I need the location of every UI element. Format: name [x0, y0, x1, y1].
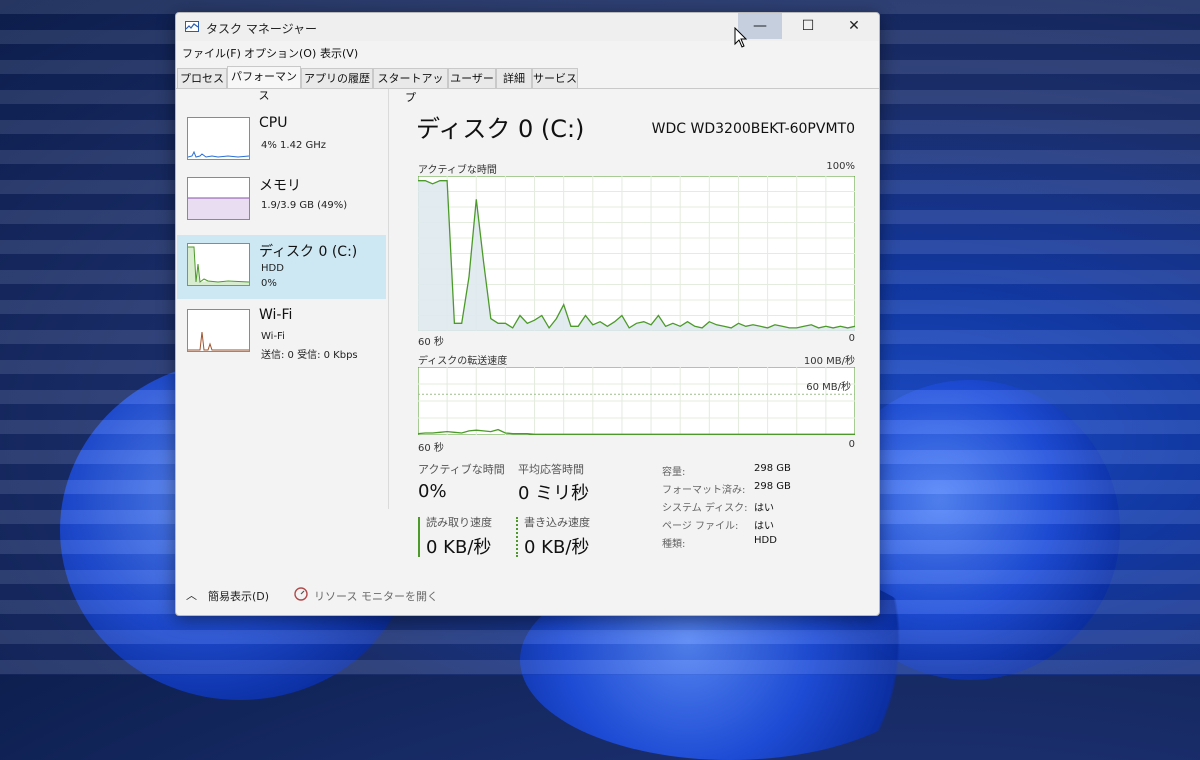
sidebar-item-wifi[interactable]: Wi-Fi Wi-Fi 送信: 0 受信: 0 Kbps [177, 301, 386, 365]
tab-strip: プロセス パフォーマンス アプリの履歴 スタートアップ ユーザー 詳細 サービス [176, 66, 879, 104]
transfer-rate-chart-x-left: 60 秒 [418, 443, 444, 454]
menu-bar: ファイル(F) オプション(O) 表示(V) [176, 43, 879, 63]
sidebar-item-detail: 1.9/3.9 GB (49%) [261, 200, 348, 211]
disk-type-label: 種類: [662, 539, 686, 550]
menu-view[interactable]: 表示(V) [320, 45, 358, 61]
tab-app-history[interactable]: アプリの履歴 [301, 68, 373, 88]
tab-details[interactable]: 詳細 [496, 68, 532, 88]
tab-users[interactable]: ユーザー [448, 68, 496, 88]
tab-processes[interactable]: プロセス [177, 68, 227, 88]
write-speed-label: 書き込み速度 [524, 516, 590, 529]
formatted-label: フォーマット済み: [662, 485, 746, 496]
sidebar-item-usage: 0% [261, 278, 277, 289]
transfer-rate-chart-max: 100 MB/秒 [803, 356, 855, 367]
cpu-thumbnail-graph [187, 117, 250, 160]
simple-view-link[interactable]: 簡易表示(D) [208, 588, 269, 604]
system-disk-value: はい [754, 503, 774, 514]
active-time-chart-label: アクティブな時間 [418, 165, 497, 176]
active-time-chart-x-left: 60 秒 [418, 337, 444, 348]
tab-startup[interactable]: スタートアップ [373, 68, 448, 104]
active-time-label: アクティブな時間 [418, 463, 505, 476]
tab-performance[interactable]: パフォーマンス [227, 66, 301, 102]
disk-thumbnail-graph [187, 243, 250, 286]
sidebar-item-title: CPU [259, 115, 288, 131]
avg-response-label: 平均応答時間 [518, 463, 584, 476]
sidebar-item-memory[interactable]: メモリ 1.9/3.9 GB (49%) [177, 169, 386, 233]
active-time-chart-max: 100% [826, 161, 855, 172]
disk-type-value: HDD [754, 535, 777, 546]
page-file-label: ページ ファイル: [662, 521, 739, 532]
transfer-rate-chart-label: ディスクの転送速度 [418, 356, 508, 367]
read-speed-label: 読み取り速度 [426, 516, 492, 529]
active-time-value: 0% [418, 481, 447, 502]
memory-thumbnail-graph [187, 177, 250, 220]
sidebar-item-throughput: 送信: 0 受信: 0 Kbps [261, 350, 358, 361]
sidebar-item-disk[interactable]: ディスク 0 (C:) HDD 0% [177, 235, 386, 299]
mouse-pointer-icon [734, 27, 748, 48]
sidebar-item-title: Wi-Fi [259, 307, 293, 323]
sidebar-item-title: メモリ [259, 178, 301, 194]
page-file-value: はい [754, 521, 774, 532]
transfer-rate-chart [418, 367, 855, 435]
sidebar-item-detail: 4% 1.42 GHz [261, 140, 327, 151]
active-time-chart-x-right: 0 [848, 333, 855, 344]
disk-title: ディスク 0 (C:) [416, 115, 585, 143]
write-speed-marker [516, 517, 518, 557]
menu-file[interactable]: ファイル(F) [182, 45, 241, 61]
window-title: タスク マネージャー [206, 22, 317, 36]
formatted-value: 298 GB [754, 481, 791, 492]
sidebar-item-type: Wi-Fi [261, 331, 285, 342]
sidebar-item-type: HDD [261, 263, 284, 274]
capacity-value: 298 GB [754, 463, 791, 474]
chevron-up-icon[interactable]: ︿ [186, 587, 197, 603]
transfer-rate-chart-inner-label: 60 MB/秒 [806, 382, 851, 393]
menu-options[interactable]: オプション(O) [244, 45, 316, 61]
read-speed-value: 0 KB/秒 [426, 537, 492, 558]
tab-services[interactable]: サービス [532, 68, 578, 88]
disk-model: WDC WD3200BEKT-60PVMT0 [651, 121, 855, 137]
maximize-button[interactable]: ☐ [786, 13, 830, 39]
resource-monitor-link[interactable]: リソース モニターを開く [314, 588, 438, 604]
wifi-thumbnail-graph [187, 309, 250, 352]
system-disk-label: システム ディスク: [662, 503, 748, 514]
active-time-chart [418, 176, 855, 331]
avg-response-value: 0 ミリ秒 [518, 483, 590, 504]
sidebar-item-cpu[interactable]: CPU 4% 1.42 GHz [177, 109, 386, 173]
sidebar-item-title: ディスク 0 (C:) [259, 244, 358, 260]
write-speed-value: 0 KB/秒 [524, 537, 590, 558]
resource-monitor-icon[interactable] [294, 587, 308, 601]
read-speed-marker [418, 517, 420, 557]
task-manager-window: タスク マネージャー — ☐ ✕ ファイル(F) オプション(O) 表示(V) … [175, 12, 880, 616]
transfer-rate-chart-x-right: 0 [848, 439, 855, 450]
title-bar[interactable]: タスク マネージャー — ☐ ✕ [176, 13, 879, 41]
capacity-label: 容量: [662, 467, 686, 478]
footer-bar: ︿ 簡易表示(D) リソース モニターを開く [176, 581, 879, 611]
task-manager-app-icon [185, 21, 199, 32]
performance-sidebar: CPU 4% 1.42 GHz メモリ 1.9/3.9 GB (49%) ディス… [176, 89, 389, 509]
close-button[interactable]: ✕ [832, 13, 876, 39]
disk-detail-panel: ディスク 0 (C:) WDC WD3200BEKT-60PVMT0 アクティブ… [416, 89, 861, 569]
